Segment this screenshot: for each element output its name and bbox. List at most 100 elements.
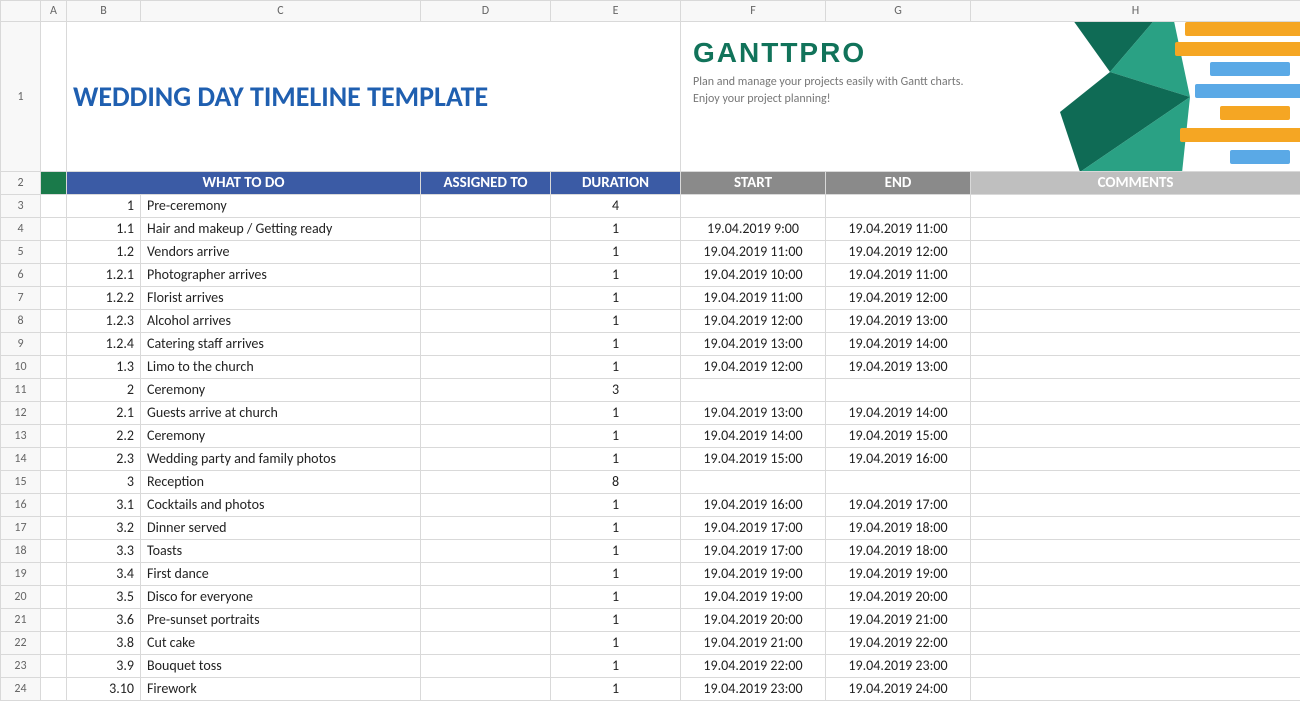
task-index[interactable]: 2 [67,379,141,402]
task-name[interactable]: Cocktails and photos [141,494,421,517]
duration[interactable]: 1 [551,540,681,563]
assigned-to[interactable] [421,402,551,425]
task-index[interactable]: 2.2 [67,425,141,448]
task-name[interactable]: Pre-ceremony [141,195,421,218]
start-time[interactable]: 19.04.2019 15:00 [681,448,826,471]
spreadsheet[interactable]: A B C D E F G H 1 WEDDING DAY TIMELINE T… [0,0,1300,706]
col-header[interactable]: G [826,1,971,22]
task-name[interactable]: Reception [141,471,421,494]
cell[interactable] [41,22,67,172]
comments[interactable] [971,402,1300,425]
start-time[interactable]: 19.04.2019 12:00 [681,310,826,333]
task-index[interactable]: 3.9 [67,655,141,678]
cell[interactable] [41,517,67,540]
assigned-to[interactable] [421,264,551,287]
assigned-to[interactable] [421,195,551,218]
row-header[interactable]: 6 [1,264,41,287]
end-time[interactable]: 19.04.2019 12:00 [826,287,971,310]
row-header[interactable]: 5 [1,241,41,264]
duration[interactable]: 1 [551,517,681,540]
task-name[interactable]: Wedding party and family photos [141,448,421,471]
row-header[interactable]: 2 [1,172,41,195]
row-header[interactable]: 7 [1,287,41,310]
task-index[interactable]: 2.1 [67,402,141,425]
cell[interactable] [41,356,67,379]
assigned-to[interactable] [421,241,551,264]
cell[interactable] [41,471,67,494]
header-comments[interactable]: COMMENTS [971,172,1300,195]
col-header[interactable]: B [67,1,141,22]
comments[interactable] [971,448,1300,471]
end-time[interactable]: 19.04.2019 24:00 [826,678,971,701]
task-name[interactable]: Bouquet toss [141,655,421,678]
start-time[interactable]: 19.04.2019 20:00 [681,609,826,632]
start-time[interactable]: 19.04.2019 17:00 [681,540,826,563]
end-time[interactable]: 19.04.2019 12:00 [826,241,971,264]
task-index[interactable]: 3.3 [67,540,141,563]
duration[interactable]: 1 [551,218,681,241]
comments[interactable] [971,586,1300,609]
start-time[interactable]: 19.04.2019 10:00 [681,264,826,287]
task-name[interactable]: Ceremony [141,379,421,402]
start-time[interactable]: 19.04.2019 19:00 [681,586,826,609]
comments[interactable] [971,425,1300,448]
assigned-to[interactable] [421,586,551,609]
task-name[interactable]: Guests arrive at church [141,402,421,425]
row-header[interactable]: 20 [1,586,41,609]
task-name[interactable]: Disco for everyone [141,586,421,609]
row-header[interactable]: 4 [1,218,41,241]
duration[interactable]: 1 [551,632,681,655]
cell[interactable] [41,563,67,586]
row-header[interactable]: 11 [1,379,41,402]
task-name[interactable]: Limo to the church [141,356,421,379]
start-time[interactable]: 19.04.2019 14:00 [681,425,826,448]
cell[interactable] [41,172,67,195]
end-time[interactable]: 19.04.2019 14:00 [826,333,971,356]
cell[interactable] [41,379,67,402]
comments[interactable] [971,540,1300,563]
duration[interactable]: 4 [551,195,681,218]
task-name[interactable]: Hair and makeup / Getting ready [141,218,421,241]
end-time[interactable] [826,471,971,494]
task-index[interactable]: 3.6 [67,609,141,632]
row-header[interactable]: 13 [1,425,41,448]
task-name[interactable]: First dance [141,563,421,586]
header-assigned-to[interactable]: ASSIGNED TO [421,172,551,195]
cell[interactable] [41,540,67,563]
assigned-to[interactable] [421,678,551,701]
comments[interactable] [971,609,1300,632]
row-header[interactable]: 16 [1,494,41,517]
row-header[interactable]: 21 [1,609,41,632]
comments[interactable] [971,333,1300,356]
end-time[interactable]: 19.04.2019 23:00 [826,655,971,678]
start-time[interactable]: 19.04.2019 23:00 [681,678,826,701]
col-header[interactable]: C [141,1,421,22]
task-name[interactable]: Firework [141,678,421,701]
comments[interactable] [971,218,1300,241]
col-header[interactable]: H [971,1,1300,22]
end-time[interactable]: 19.04.2019 13:00 [826,356,971,379]
task-index[interactable]: 1.1 [67,218,141,241]
assigned-to[interactable] [421,310,551,333]
task-index[interactable]: 1.2.4 [67,333,141,356]
comments[interactable] [971,379,1300,402]
col-header[interactable]: A [41,1,67,22]
cell[interactable] [41,494,67,517]
comments[interactable] [971,471,1300,494]
duration[interactable]: 1 [551,494,681,517]
comments[interactable] [971,264,1300,287]
end-time[interactable]: 19.04.2019 22:00 [826,632,971,655]
assigned-to[interactable] [421,563,551,586]
task-name[interactable]: Pre-sunset portraits [141,609,421,632]
start-time[interactable]: 19.04.2019 11:00 [681,287,826,310]
grid[interactable]: A B C D E F G H 1 WEDDING DAY TIMELINE T… [0,0,1300,701]
duration[interactable]: 1 [551,402,681,425]
task-index[interactable]: 1 [67,195,141,218]
start-time[interactable]: 19.04.2019 17:00 [681,517,826,540]
assigned-to[interactable] [421,540,551,563]
header-duration[interactable]: DURATION [551,172,681,195]
cell[interactable] [41,586,67,609]
end-time[interactable]: 19.04.2019 16:00 [826,448,971,471]
comments[interactable] [971,195,1300,218]
start-time[interactable]: 19.04.2019 22:00 [681,655,826,678]
